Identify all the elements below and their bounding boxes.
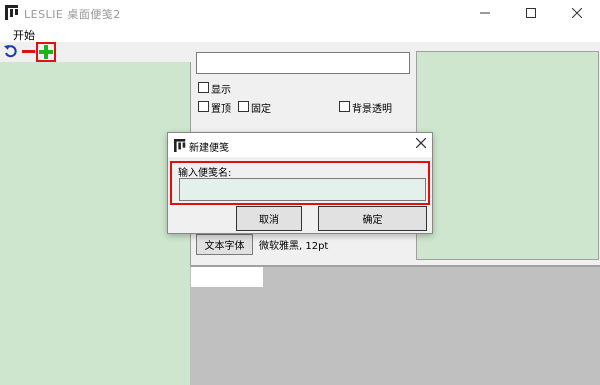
transparent-label: 背景透明	[352, 104, 392, 115]
note-name-input[interactable]	[179, 178, 426, 201]
note-preview	[416, 51, 599, 260]
new-note-dialog: 新建便笺 输入便笺名: 取消 确定	[167, 132, 433, 234]
font-button[interactable]: 文本字体	[196, 234, 253, 255]
dialog-title-bar: 新建便笺	[168, 133, 432, 157]
dialog-close-button[interactable]	[415, 136, 427, 152]
note-list-panel[interactable]	[0, 62, 191, 385]
font-info: 微软雅黑, 12pt	[259, 241, 329, 252]
minimize-icon	[480, 12, 490, 13]
editor-tab[interactable]	[191, 267, 263, 287]
fixed-checkbox[interactable]	[238, 101, 249, 112]
menu-start[interactable]: 开始	[13, 27, 35, 43]
minus-icon[interactable]	[21, 43, 36, 59]
cancel-button[interactable]: 取消	[236, 206, 302, 231]
app-logo-icon	[5, 5, 18, 20]
pin-top-checkbox[interactable]	[198, 101, 209, 112]
maximize-icon	[526, 7, 536, 18]
refresh-icon[interactable]	[3, 43, 19, 59]
dialog-label: 输入便笺名:	[178, 168, 232, 179]
fixed-label: 固定	[251, 104, 271, 115]
note-name-field[interactable]	[196, 52, 410, 74]
toolbar	[0, 42, 190, 62]
pin-top-label: 置顶	[211, 104, 231, 115]
add-note-button[interactable]	[36, 42, 56, 62]
menu-bar: 开始	[0, 25, 600, 42]
show-checkbox[interactable]	[198, 82, 209, 93]
close-icon	[415, 137, 427, 149]
transparent-checkbox[interactable]	[339, 101, 350, 112]
main-window: LESLIE 桌面便笺2 开始 显示 置顶 固定 背景透明 文本字体 微软雅黑,…	[0, 0, 600, 385]
close-button[interactable]	[554, 0, 600, 25]
close-icon	[572, 7, 582, 18]
minimize-button[interactable]	[462, 0, 508, 25]
dialog-title: 新建便笺	[189, 143, 229, 154]
plus-icon	[39, 45, 53, 59]
app-logo-icon	[174, 139, 186, 152]
window-title: LESLIE 桌面便笺2	[24, 8, 121, 21]
maximize-button[interactable]	[508, 0, 554, 25]
ok-button[interactable]: 确定	[318, 206, 427, 231]
show-label: 显示	[211, 85, 231, 96]
title-bar: LESLIE 桌面便笺2	[0, 0, 600, 25]
